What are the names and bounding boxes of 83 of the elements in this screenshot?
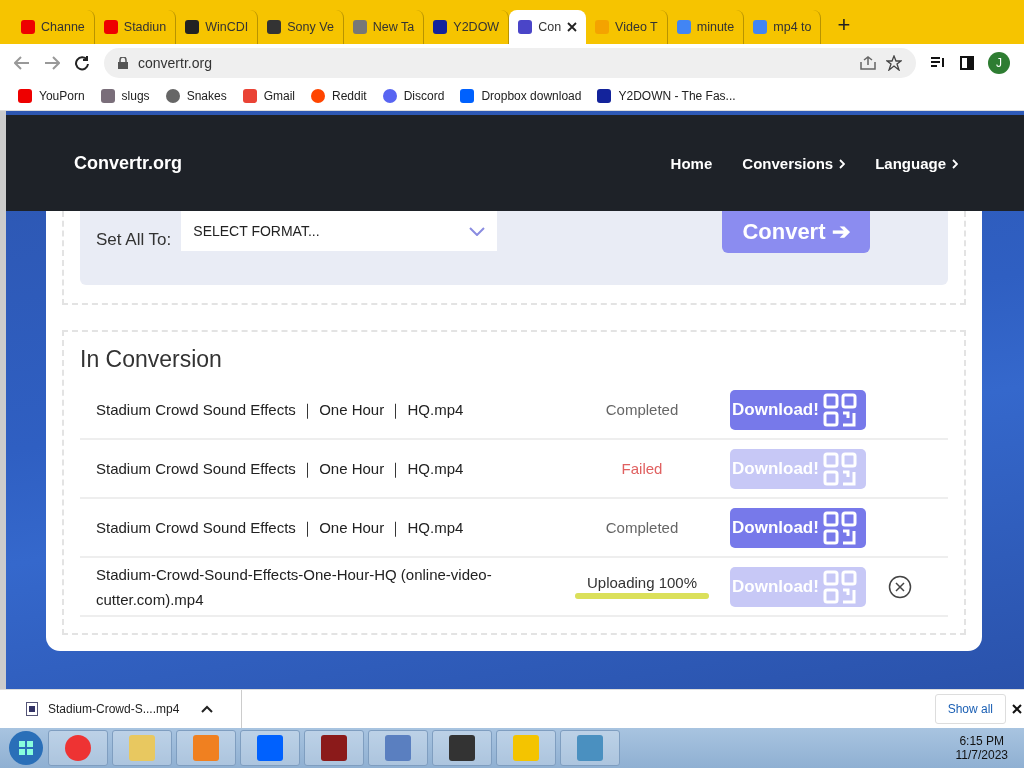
status-text: Completed <box>605 519 679 536</box>
file-name: Stadium Crowd Sound Effects ｜ One Hour ｜ HQ.mp4 <box>96 518 465 539</box>
clock[interactable]: 6:15 PM 11/7/2023 <box>955 734 1008 762</box>
qr-code-icon <box>822 451 857 486</box>
close-icon[interactable] <box>1012 704 1022 714</box>
status-text: Uploading 100% <box>586 574 698 591</box>
app-icon <box>193 735 219 761</box>
nav-link[interactable]: Home <box>670 154 713 172</box>
bookmark-item[interactable]: slugs <box>100 89 150 103</box>
chevron-up-icon[interactable] <box>201 705 214 713</box>
status-text: Completed <box>605 401 679 418</box>
set-all-label: Set All To: <box>96 230 172 250</box>
bookmark-favicon-icon <box>311 89 325 103</box>
tab-favicon-icon <box>753 20 768 34</box>
bookmark-item[interactable]: Discord <box>382 89 445 103</box>
tab-favicon-icon <box>267 20 282 34</box>
tab-favicon-icon <box>676 20 691 34</box>
bookmark-favicon-icon <box>382 89 397 103</box>
show-all-button[interactable]: Show all <box>934 694 1006 724</box>
bookmark-favicon-icon <box>18 89 32 103</box>
profile-avatar[interactable]: J <box>988 52 1010 74</box>
browser-tab[interactable]: Con <box>509 10 587 44</box>
file-name: Stadium Crowd Sound Effects ｜ One Hour ｜ HQ.mp4 <box>96 459 465 480</box>
app-icon <box>129 735 155 761</box>
url-text: convertr.org <box>138 55 212 71</box>
bookmark-item[interactable]: Y2DOWN - The Fas... <box>597 89 736 103</box>
download-button[interactable]: Download! <box>730 389 866 430</box>
file-name: Stadium-Crowd-Sound-Effects-One-Hour-HQ (online-video-cutter.com).mp4 <box>96 564 493 610</box>
file-name: Stadium Crowd Sound Effects ｜ One Hour ｜ HQ.mp4 <box>96 400 465 421</box>
app-icon <box>385 735 411 761</box>
new-tab-button[interactable]: + <box>821 12 851 44</box>
app-icon <box>257 735 283 761</box>
app-icon <box>65 735 91 761</box>
bookmark-favicon-icon <box>100 89 115 103</box>
chevron-down-icon <box>469 226 486 236</box>
bookmark-item[interactable]: YouPorn <box>18 89 85 103</box>
bookmark-item[interactable]: Snakes <box>165 89 227 103</box>
bookmark-favicon-icon <box>165 89 180 103</box>
download-file-name: Stadium-Crowd-S....mp4 <box>48 702 180 716</box>
nav-link[interactable]: Language <box>875 154 958 172</box>
file-icon <box>26 702 38 716</box>
bookmark-favicon-icon <box>242 89 257 103</box>
bookmark-item[interactable]: Dropbox download <box>460 89 582 103</box>
back-icon[interactable] <box>14 56 30 70</box>
tab-favicon-icon <box>185 20 200 34</box>
download-button[interactable]: Download! <box>730 507 866 548</box>
close-icon[interactable] <box>567 22 578 32</box>
app-icon <box>449 735 475 761</box>
share-icon[interactable] <box>860 56 876 70</box>
tab-favicon-icon <box>103 20 118 34</box>
tab-favicon-icon <box>21 20 35 34</box>
app-icon <box>577 735 603 761</box>
app-icon <box>321 735 347 761</box>
star-icon[interactable] <box>886 55 902 71</box>
start-button[interactable] <box>8 730 44 766</box>
qr-code-icon <box>822 392 857 427</box>
address-bar[interactable]: convertr.org <box>104 48 916 78</box>
forward-icon[interactable] <box>44 56 60 70</box>
cancel-icon[interactable] <box>888 574 912 599</box>
lock-icon <box>118 57 128 69</box>
chevron-right-icon <box>952 158 958 169</box>
qr-code-icon <box>822 510 857 545</box>
tab-favicon-icon <box>352 20 367 34</box>
taskbar-app[interactable] <box>304 730 364 766</box>
tab-favicon-icon <box>433 20 448 34</box>
bookmark-favicon-icon <box>460 89 475 103</box>
app-icon <box>513 735 539 761</box>
tab-favicon-icon <box>518 20 533 34</box>
site-logo[interactable]: Convertr.org <box>74 152 641 174</box>
bookmark-favicon-icon <box>597 89 612 103</box>
taskbar-app[interactable] <box>432 730 492 766</box>
tab-favicon-icon <box>595 20 610 34</box>
qr-code-icon <box>822 569 857 604</box>
section-title: In Conversion <box>80 346 223 373</box>
chevron-right-icon <box>839 158 846 169</box>
bookmark-item[interactable]: Gmail <box>242 89 295 103</box>
format-select[interactable]: SELECT FORMAT... <box>181 211 498 251</box>
nav-link[interactable]: Conversions <box>742 154 846 172</box>
media-icon[interactable] <box>930 56 946 70</box>
reload-icon[interactable] <box>74 55 90 71</box>
status-text: Failed <box>621 460 663 477</box>
side-panel-icon[interactable] <box>960 56 974 70</box>
bookmark-item[interactable]: Reddit <box>311 89 367 103</box>
